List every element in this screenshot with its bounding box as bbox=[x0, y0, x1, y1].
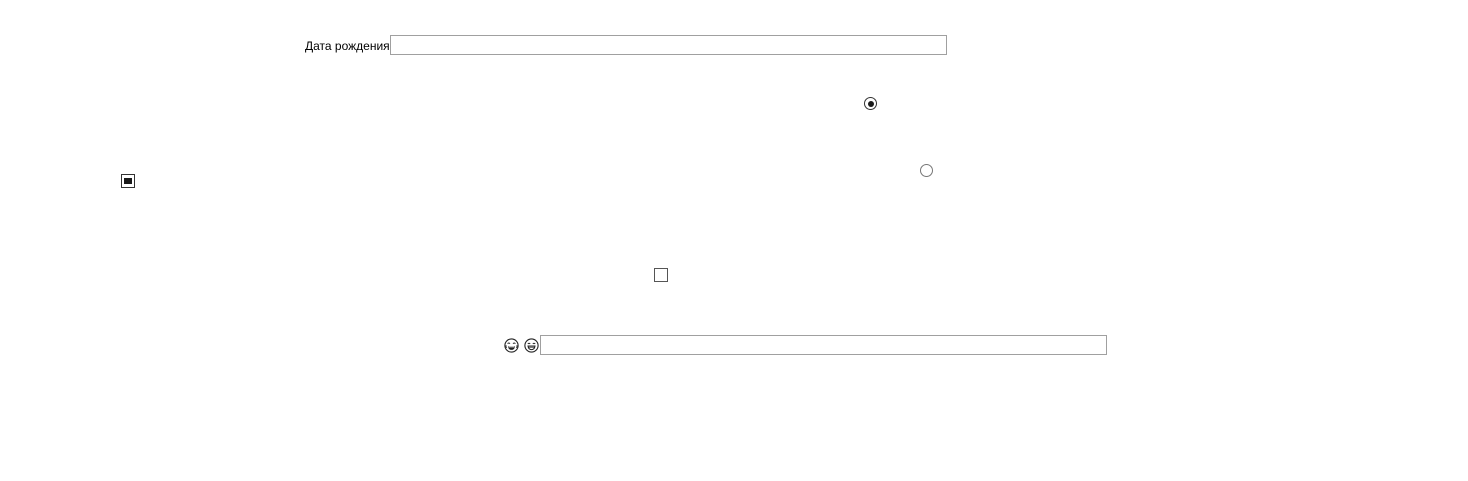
birth-date-label: Дата рождения bbox=[305, 39, 390, 53]
birth-date-input[interactable] bbox=[390, 35, 947, 55]
grinning-face-emoji-icon[interactable] bbox=[524, 338, 539, 353]
radio-button-selected[interactable] bbox=[864, 97, 877, 110]
laughing-emoji-icon[interactable] bbox=[504, 338, 519, 353]
checkbox-indeterminate[interactable] bbox=[121, 174, 135, 188]
checkbox[interactable] bbox=[654, 268, 668, 282]
text-input[interactable] bbox=[540, 335, 1107, 355]
radio-button[interactable] bbox=[920, 164, 933, 177]
